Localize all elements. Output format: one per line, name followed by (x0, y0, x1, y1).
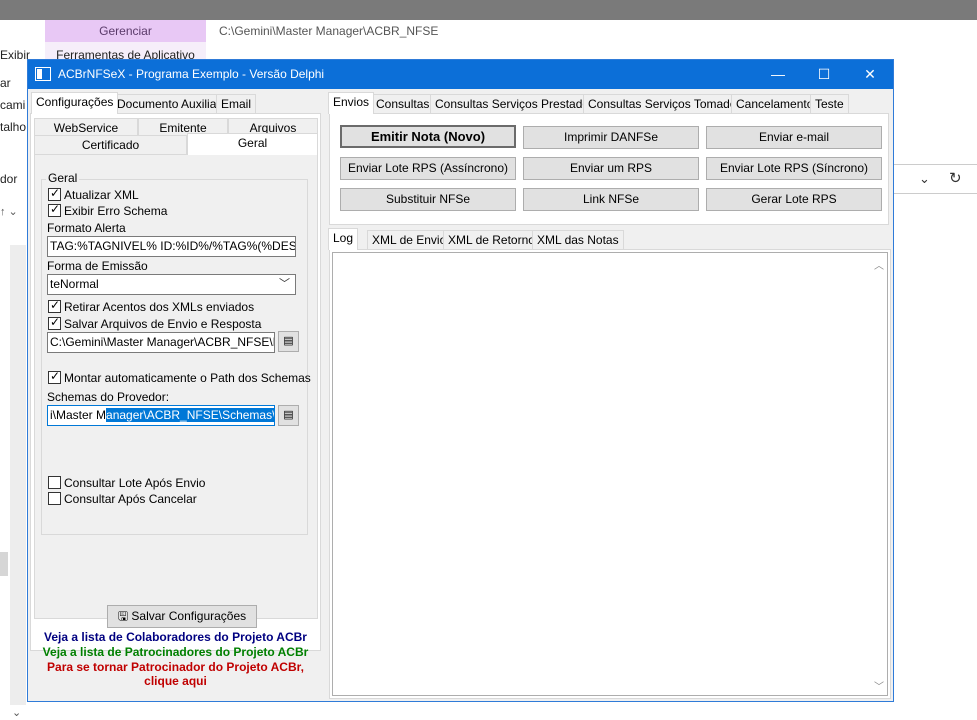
salvar-arquivos-checkbox[interactable]: Salvar Arquivos de Envio e Resposta (48, 315, 262, 332)
browse-folder-icon[interactable]: ▤ (278, 405, 299, 426)
checkbox-checked[interactable] (48, 186, 61, 201)
tab-teste[interactable]: Teste (810, 94, 849, 114)
browse-folder-icon[interactable]: ▤ (278, 331, 299, 352)
acbr-window: ACBrNFSeX - Programa Exemplo - Versão De… (27, 59, 894, 702)
tab-xml-envio[interactable]: XML de Envio (367, 230, 452, 250)
consultar-cancelar-checkbox[interactable]: Consultar Após Cancelar (48, 492, 197, 507)
checkbox-checked[interactable] (48, 369, 61, 384)
imprimir-danfse-button[interactable]: Imprimir DANFSe (523, 126, 699, 149)
log-panel: ︿ ﹀ (329, 249, 891, 699)
montar-path-checkbox[interactable]: Montar automaticamente o Path dos Schema… (48, 369, 311, 386)
substituir-nfse-button[interactable]: Substituir NFSe (340, 188, 516, 211)
enviar-um-rps-button[interactable]: Enviar um RPS (523, 157, 699, 180)
explorer-left-item[interactable]: ar (0, 76, 11, 90)
link-colaboradores[interactable]: Veja a lista de Colaboradores do Projeto… (28, 630, 323, 644)
explorer-arrows-icon[interactable]: ↑ ⌄ (0, 205, 18, 218)
actions-pane: Envios Consultas Consultas Serviços Pres… (327, 89, 893, 701)
config-tab-panel: WebService Emitente Arquivos Certificado… (30, 113, 321, 651)
envios-panel: Emitir Nota (Novo) Imprimir DANFSe Envia… (329, 113, 889, 225)
tab-cancelamento[interactable]: Cancelamento (731, 94, 819, 114)
tab-log[interactable]: Log (328, 228, 359, 250)
ribbon-tab-manage[interactable]: Gerenciar (45, 20, 206, 42)
explorer-left-item[interactable]: cami (0, 98, 25, 112)
geral-panel: Geral Atualizar XML Exibir Erro Schema F… (34, 154, 318, 619)
enviar-email-button[interactable]: Enviar e-mail (706, 126, 882, 149)
gerar-lote-rps-button[interactable]: Gerar Lote RPS (706, 188, 882, 211)
window-title: ACBrNFSeX - Programa Exemplo - Versão De… (58, 67, 325, 81)
path-logs-input[interactable]: C:\Gemini\Master Manager\ACBR_NFSE\Logs (47, 332, 275, 353)
enviar-lote-sincrono-button[interactable]: Enviar Lote RPS (Síncrono) (706, 157, 882, 180)
atualizar-xml-checkbox[interactable]: Atualizar XML (48, 186, 139, 203)
scroll-up-icon[interactable]: ︿ (874, 257, 884, 272)
save-icon: 🖫 (117, 609, 132, 623)
consultar-lote-checkbox[interactable]: Consultar Lote Após Envio (48, 476, 205, 491)
tab-consultas[interactable]: Consultas (371, 94, 435, 114)
input-text: i\Master M (50, 408, 107, 422)
tab-documento-auxiliar[interactable]: Documento Auxiliar (112, 94, 226, 114)
chevron-down-icon[interactable]: ⌄ (919, 171, 930, 187)
tab-consultas-prestados[interactable]: Consultas Serviços Prestados (430, 94, 601, 114)
chevron-down-icon[interactable]: ⌄ (12, 706, 21, 719)
checkbox-unchecked[interactable] (48, 492, 61, 505)
checkbox-label: Exibir Erro Schema (64, 204, 168, 218)
link-patrocinadores[interactable]: Veja a lista de Patrocinadores do Projet… (28, 645, 323, 659)
tab-consultas-tomados[interactable]: Consultas Serviços Tomados (583, 94, 748, 114)
explorer-scrollbar[interactable] (10, 245, 26, 705)
chevron-down-icon[interactable]: ﹀ (279, 275, 290, 294)
tab-email[interactable]: Email (216, 94, 257, 114)
forma-emissao-select[interactable]: teNormal ﹀ (47, 274, 296, 295)
checkbox-label: Atualizar XML (64, 188, 139, 202)
app-icon (35, 67, 51, 81)
checkbox-label: Montar automaticamente o Path dos Schema… (64, 371, 311, 385)
checkbox-checked[interactable] (48, 298, 61, 313)
link-nfse-button[interactable]: Link NFSe (523, 188, 699, 211)
schemas-path-input[interactable]: i\Master Manager\ACBR_NFSE\Schemas\NFSe (47, 405, 275, 426)
link-patrocinador-2[interactable]: clique aqui (28, 674, 323, 688)
minimize-button[interactable]: — (755, 60, 801, 89)
scroll-down-icon[interactable]: ﹀ (874, 678, 884, 693)
checkbox-unchecked[interactable] (48, 476, 61, 489)
maximize-button[interactable]: ☐ (801, 60, 847, 89)
enviar-lote-assincrono-button[interactable]: Enviar Lote RPS (Assíncrono) (340, 157, 516, 180)
checkbox-label: Salvar Arquivos de Envio e Resposta (64, 317, 262, 331)
forma-emissao-label: Forma de Emissão (47, 259, 148, 273)
menu-exibir[interactable]: Exibir (0, 48, 30, 62)
subtab-geral[interactable]: Geral (187, 133, 318, 155)
tab-configuracoes[interactable]: Configurações (31, 92, 119, 114)
close-button[interactable]: ✕ (847, 60, 893, 89)
tab-envios[interactable]: Envios (328, 92, 375, 114)
checkbox-label: Consultar Após Cancelar (64, 492, 197, 506)
input-selected-text: anager\ACBR_NFSE\Schemas\NFSe (106, 408, 274, 422)
checkbox-label: Consultar Lote Após Envio (64, 476, 206, 490)
retirar-acentos-checkbox[interactable]: Retirar Acentos dos XMLs enviados (48, 298, 255, 315)
button-label: Salvar Configurações (131, 609, 247, 623)
exibir-erro-schema-checkbox[interactable]: Exibir Erro Schema (48, 202, 168, 219)
tab-xml-retorno[interactable]: XML de Retorno (443, 230, 540, 250)
formato-alerta-label: Formato Alerta (47, 221, 126, 235)
explorer-left-item[interactable]: talho (0, 120, 26, 134)
explorer-address-bar: ⌄ ↻ (893, 164, 977, 194)
log-textarea[interactable]: ︿ ﹀ (332, 252, 888, 696)
schemas-label: Schemas do Provedor: (47, 390, 170, 404)
checkbox-checked[interactable] (48, 202, 61, 217)
explorer-selected-item (0, 552, 8, 576)
explorer-topbar (0, 0, 977, 20)
explorer-left-item[interactable]: dor (0, 172, 17, 186)
tab-xml-notas[interactable]: XML das Notas (532, 230, 624, 250)
config-pane: Configurações Documento Auxiliar Email W… (28, 89, 323, 701)
subtab-certificado[interactable]: Certificado (34, 135, 187, 155)
link-patrocinador-1[interactable]: Para se tornar Patrocinador do Projeto A… (28, 660, 323, 674)
explorer-path: C:\Gemini\Master Manager\ACBR_NFSE (219, 24, 439, 38)
checkbox-label: Retirar Acentos dos XMLs enviados (64, 300, 255, 314)
checkbox-checked[interactable] (48, 315, 61, 330)
select-value: teNormal (50, 277, 99, 291)
refresh-icon[interactable]: ↻ (949, 169, 962, 187)
formato-alerta-input[interactable]: TAG:%TAGNIVEL% ID:%ID%/%TAG%(%DESCRI (47, 236, 296, 257)
title-bar[interactable]: ACBrNFSeX - Programa Exemplo - Versão De… (28, 60, 893, 89)
emitir-nota-button[interactable]: Emitir Nota (Novo) (340, 125, 516, 148)
save-config-button[interactable]: 🖫 Salvar Configurações (107, 605, 257, 628)
group-title: Geral (46, 171, 80, 185)
